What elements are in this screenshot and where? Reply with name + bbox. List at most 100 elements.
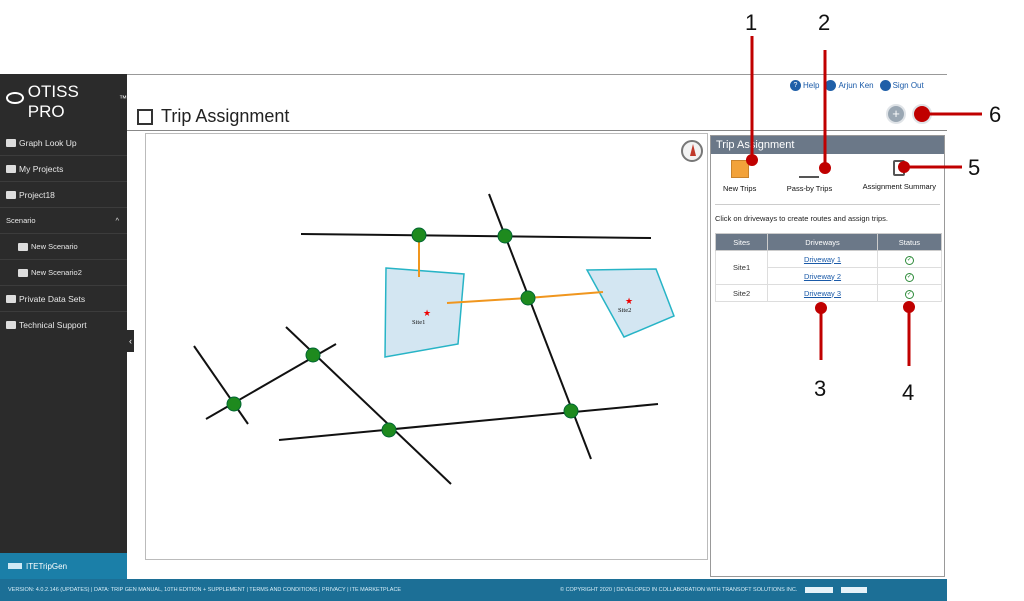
- table-row: Site2 Driveway 3 ✓: [714, 284, 943, 302]
- sidebar-item-technical-support[interactable]: Technical Support: [0, 312, 127, 338]
- map-canvas[interactable]: ★ Site1 ★ Site2: [145, 133, 708, 560]
- site-cell: Site1: [714, 250, 769, 285]
- driveway-3-link[interactable]: Driveway 3: [804, 289, 841, 298]
- intersection-node[interactable]: [411, 227, 427, 243]
- intersection-node[interactable]: [497, 228, 513, 244]
- pass-by-trips-icon: [799, 166, 820, 178]
- road-line: [278, 403, 659, 441]
- sites-table: Sites Driveways Status Site1 Driveway 1 …: [714, 233, 943, 302]
- sidebar: OTISS PRO ™ Graph Look Up My Projects Pro…: [0, 74, 127, 579]
- check-circle-icon: ✓: [904, 289, 914, 299]
- tools-icon: [6, 321, 16, 329]
- ite-logo-icon: [8, 563, 22, 569]
- column-header-driveways: Driveways: [767, 233, 878, 251]
- intersection-node[interactable]: [226, 396, 242, 412]
- driveway-cell: Driveway 1: [767, 250, 878, 268]
- sign-out-label: Sign Out: [892, 81, 924, 90]
- folder-icon: [6, 190, 16, 199]
- driveway-1-link[interactable]: Driveway 1: [804, 255, 841, 264]
- folder-icon: [6, 164, 16, 173]
- title-divider: [127, 130, 947, 131]
- footer: VERSION: 4.0.2.146 (UPDATES) | DATA: TRI…: [0, 579, 947, 601]
- column-header-sites: Sites: [714, 233, 769, 251]
- ite-footer-logo: [805, 587, 834, 593]
- sidebar-item-label: My Projects: [19, 163, 64, 174]
- transoft-footer-logo: [841, 587, 868, 593]
- panel-toolbar: New Trips Pass-by Trips Assignment Summa…: [711, 154, 944, 198]
- help-label: Help: [803, 81, 820, 90]
- page-title-text: Trip Assignment: [161, 106, 290, 126]
- assignment-summary-icon: [893, 160, 906, 176]
- driveway-cell: Driveway 3: [767, 284, 878, 302]
- assignment-summary-button[interactable]: Assignment Summary: [863, 160, 936, 198]
- road-line: [193, 345, 249, 425]
- status-cell: ✓: [876, 267, 943, 285]
- scenario-icon: [18, 242, 28, 251]
- ite-tripgen-link[interactable]: ITETripGen: [0, 553, 127, 579]
- sidebar-item-graph-look-up[interactable]: Graph Look Up: [0, 130, 127, 156]
- new-trips-icon: [730, 160, 749, 178]
- site1-label: Site1: [412, 319, 425, 326]
- panel-hint: Click on driveways to create routes and …: [715, 214, 888, 223]
- callout-number-3: 3: [814, 376, 827, 401]
- assignment-summary-label: Assignment Summary: [862, 182, 936, 191]
- footer-copyright: © COPYRIGHT 2020 | DEVELOPED IN COLLABOR…: [560, 587, 798, 593]
- driveway-connector[interactable]: [527, 291, 604, 299]
- user-link[interactable]: Arjun Ken: [825, 80, 874, 91]
- sidebar-item-label: New Scenario2: [31, 268, 82, 277]
- callout-number-1: 1: [745, 10, 758, 35]
- pass-by-trips-button[interactable]: Pass-by Trips: [787, 160, 832, 198]
- sidebar-item-label: Project18: [19, 189, 55, 200]
- otiss-logo[interactable]: OTISS PRO ™: [0, 74, 127, 130]
- header-top-border: [127, 74, 947, 75]
- sidebar-item-label: New Scenario: [31, 242, 78, 251]
- logo-tm: ™: [119, 93, 127, 103]
- sidebar-item-label: Scenario: [6, 216, 36, 225]
- driveway-cell: Driveway 2: [767, 267, 878, 285]
- footer-links[interactable]: VERSION: 4.0.2.146 (UPDATES) | DATA: TRI…: [8, 587, 401, 593]
- sidebar-item-label: Technical Support: [19, 320, 87, 330]
- site2-label: Site2: [618, 307, 631, 314]
- graph-icon: [6, 138, 16, 147]
- record-button[interactable]: [912, 104, 932, 124]
- ite-tripgen-label: ITETripGen: [26, 561, 68, 571]
- sidebar-item-private-data-sets[interactable]: Private Data Sets: [0, 286, 127, 312]
- sidebar-item-scenario[interactable]: Scenario ^: [0, 208, 127, 234]
- trip-assignment-panel: Trip Assignment New Trips Pass-by Trips …: [710, 135, 945, 577]
- site2-marker-icon: ★: [625, 296, 633, 306]
- intersection-node[interactable]: [381, 422, 397, 438]
- intersection-node[interactable]: [305, 347, 321, 363]
- footer-right: © COPYRIGHT 2020 | DEVELOPED IN COLLABOR…: [560, 579, 868, 601]
- callout-number-6: 6: [989, 102, 1002, 127]
- callout-number-2: 2: [818, 10, 831, 35]
- new-trips-button[interactable]: New Trips: [723, 160, 756, 198]
- table-row: Site1 Driveway 1 ✓: [714, 250, 943, 285]
- help-icon: ?: [790, 80, 801, 91]
- page-title: Trip Assignment: [137, 106, 289, 127]
- intersection-node[interactable]: [520, 290, 536, 306]
- logo-ring-icon: [6, 92, 24, 104]
- header-links: ? Help Arjun Ken Sign Out: [790, 80, 924, 91]
- help-link[interactable]: ? Help: [790, 80, 819, 91]
- sign-out-link[interactable]: Sign Out: [879, 80, 924, 91]
- sign-out-icon: [879, 80, 891, 91]
- chevron-up-icon: ^: [115, 216, 119, 225]
- sidebar-item-label: Private Data Sets: [19, 293, 86, 304]
- site-cell: Site2: [714, 284, 769, 302]
- sidebar-item-label: Graph Look Up: [19, 137, 77, 148]
- intersection-node[interactable]: [563, 403, 579, 419]
- driveway-2-link[interactable]: Driveway 2: [804, 272, 841, 281]
- add-button[interactable]: +: [886, 104, 906, 124]
- compass-icon[interactable]: [681, 140, 703, 162]
- sidebar-item-new-scenario2[interactable]: New Scenario2: [0, 260, 127, 286]
- sidebar-item-new-scenario[interactable]: New Scenario: [0, 234, 127, 260]
- status-cell: ✓: [876, 250, 943, 268]
- database-icon: [6, 294, 16, 303]
- sidebar-item-my-projects[interactable]: My Projects: [0, 156, 127, 182]
- user-label: Arjun Ken: [838, 81, 874, 90]
- road-network: ★ Site1 ★ Site2: [193, 193, 675, 485]
- road-line: [300, 233, 652, 239]
- user-icon: [825, 80, 837, 91]
- sidebar-collapse-toggle[interactable]: ‹: [127, 330, 134, 352]
- sidebar-item-project18[interactable]: Project18: [0, 182, 127, 208]
